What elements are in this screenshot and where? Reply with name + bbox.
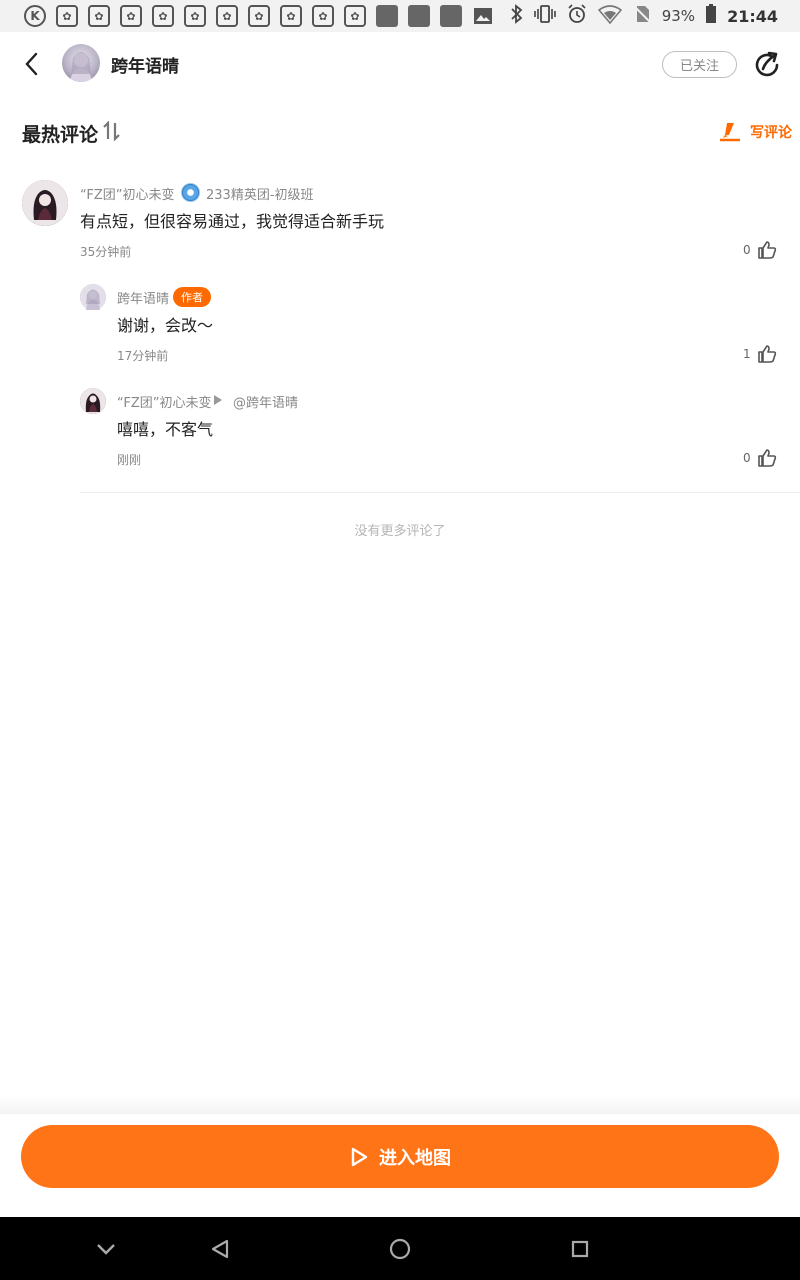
reply-author-name[interactable]: 跨年语晴 <box>117 288 169 307</box>
chevron-left-icon <box>25 52 38 76</box>
reply-time: 刚刚 <box>117 453 142 467</box>
author-tag: 作者 <box>173 287 211 307</box>
bluetooth-icon <box>510 4 524 28</box>
k-app-icon: K <box>24 5 46 27</box>
comment-time: 35分钟前 <box>80 245 132 259</box>
baidu-paw-icon: ✿ <box>216 5 238 27</box>
top-app-bar: 跨年语晴 已关注 <box>0 32 800 96</box>
author-name: 跨年语晴 <box>111 57 179 77</box>
chevron-down-icon <box>97 1244 115 1255</box>
sort-button[interactable] <box>102 120 122 146</box>
baidu-paw-icon: ✿ <box>152 5 174 27</box>
nav-hide-button[interactable] <box>92 1235 120 1263</box>
reply-text: 嘻嘻，不客气 <box>117 420 214 439</box>
system-navigation-bar <box>0 1217 800 1280</box>
write-comment-button[interactable]: 写评论 <box>718 120 792 144</box>
commenter-badge: 233精英团-初级班 <box>206 188 314 203</box>
reply-avatar[interactable] <box>80 284 106 310</box>
enter-map-button[interactable]: 进入地图 <box>21 1125 779 1188</box>
reply-text: 谢谢，会改～ <box>117 316 214 335</box>
battery-icon <box>705 4 717 28</box>
no-more-comments-text: 没有更多评论了 <box>354 524 446 539</box>
nav-recents-button[interactable] <box>566 1235 594 1263</box>
play-icon <box>351 1147 368 1166</box>
recents-square-icon <box>571 1240 589 1258</box>
back-triangle-icon <box>211 1239 229 1259</box>
share-button[interactable] <box>752 50 782 80</box>
system-icons: 93% 21:44 <box>510 4 778 28</box>
alarm-icon <box>566 4 588 28</box>
nav-back-button[interactable] <box>206 1235 234 1263</box>
reply-time: 17分钟前 <box>117 349 169 363</box>
home-circle-icon <box>389 1238 411 1260</box>
like-button[interactable]: 1 <box>743 344 777 364</box>
like-button[interactable]: 0 <box>743 448 777 468</box>
follow-button[interactable]: 已关注 <box>662 51 737 78</box>
reply-to-mention[interactable]: @跨年语晴 <box>233 392 298 411</box>
baidu-paw-icon: ✿ <box>248 5 270 27</box>
app-square-icon <box>376 5 398 27</box>
author-avatar[interactable] <box>62 44 100 82</box>
write-comment-label: 写评论 <box>750 125 792 141</box>
baidu-paw-icon: ✿ <box>312 5 334 27</box>
image-icon <box>472 5 494 27</box>
battery-percent: 93% <box>661 7 696 25</box>
divider <box>80 492 800 493</box>
back-button[interactable] <box>18 50 46 78</box>
sort-icon <box>103 120 120 142</box>
app-square-icon <box>408 5 430 27</box>
baidu-paw-icon: ✿ <box>184 5 206 27</box>
reply-arrow-icon <box>214 395 222 405</box>
like-count: 1 <box>743 347 751 361</box>
thumbs-up-icon <box>757 345 776 363</box>
baidu-paw-icon: ✿ <box>88 5 110 27</box>
thumbs-up-icon <box>757 241 776 259</box>
reply-avatar[interactable] <box>80 388 106 414</box>
clock: 21:44 <box>727 6 778 26</box>
like-button[interactable]: 0 <box>743 240 777 260</box>
enter-map-label: 进入地图 <box>379 1147 451 1169</box>
app-square-icon <box>440 5 462 27</box>
pen-icon <box>720 123 740 142</box>
commenter-name[interactable]: “FZ团”初心未变 <box>80 184 174 203</box>
baidu-paw-icon: ✿ <box>344 5 366 27</box>
like-count: 0 <box>743 451 751 465</box>
reply-author-name[interactable]: “FZ团”初心未变 <box>117 392 211 411</box>
nav-home-button[interactable] <box>386 1235 414 1263</box>
baidu-paw-icon: ✿ <box>120 5 142 27</box>
thumbs-up-icon <box>757 449 776 467</box>
section-title: 最热评论 <box>22 124 99 146</box>
baidu-paw-icon: ✿ <box>56 5 78 27</box>
baidu-paw-icon: ✿ <box>280 5 302 27</box>
badge-icon <box>181 183 200 202</box>
bottom-shadow <box>0 1096 800 1114</box>
notification-icons: K ✿ ✿ ✿ ✿ ✿ ✿ ✿ ✿ ✿ ✿ <box>24 5 494 27</box>
no-sim-icon <box>632 4 652 28</box>
share-icon <box>755 51 779 77</box>
wifi-icon <box>597 4 622 28</box>
like-count: 0 <box>743 243 751 257</box>
commenter-avatar[interactable] <box>22 180 68 226</box>
vibrate-icon <box>533 4 556 28</box>
comment-text: 有点短，但很容易通过，我觉得适合新手玩 <box>80 212 385 231</box>
status-bar: K ✿ ✿ ✿ ✿ ✿ ✿ ✿ ✿ ✿ ✿ 93% 21:44 <box>0 0 800 32</box>
